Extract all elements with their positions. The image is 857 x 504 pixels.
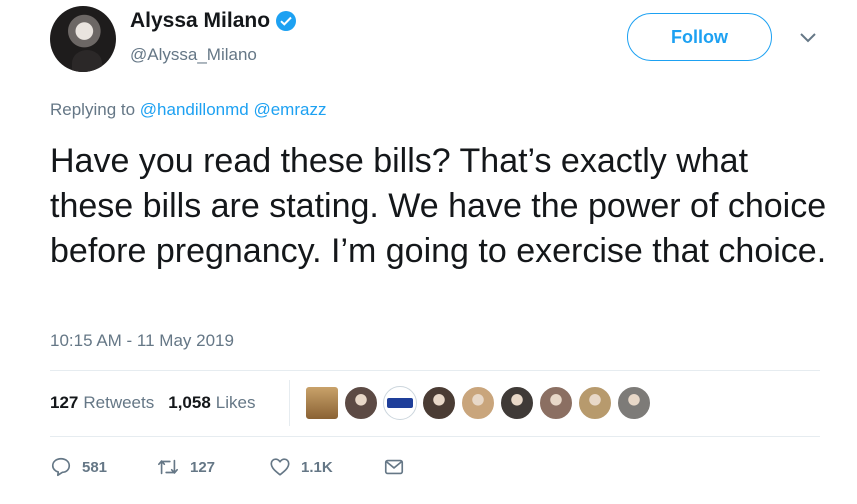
- liker-avatar[interactable]: [422, 386, 456, 420]
- liker-avatar[interactable]: [539, 386, 573, 420]
- name-row: Alyssa Milano: [130, 9, 297, 33]
- divider: [50, 436, 820, 437]
- likes-stat[interactable]: 1,058 Likes: [168, 393, 255, 413]
- retweets-stat[interactable]: 127 Retweets: [50, 393, 154, 413]
- retweet-count: 127: [190, 458, 216, 476]
- liker-avatar-sign[interactable]: [383, 386, 417, 420]
- reply-icon: [51, 457, 71, 477]
- liker-avatar[interactable]: [617, 386, 651, 420]
- heart-icon: [270, 458, 290, 476]
- direct-message-button[interactable]: [383, 456, 405, 478]
- follow-button[interactable]: Follow: [627, 13, 772, 61]
- liker-avatar[interactable]: [500, 386, 534, 420]
- liker-avatar-tv[interactable]: [305, 386, 339, 420]
- reply-button[interactable]: 581: [50, 456, 156, 478]
- retweet-button[interactable]: 127: [156, 456, 269, 478]
- display-name[interactable]: Alyssa Milano: [130, 9, 270, 33]
- stats-separator: [289, 380, 290, 426]
- liker-avatar[interactable]: [344, 386, 378, 420]
- mention-link[interactable]: @handillonmd: [140, 100, 249, 119]
- divider: [50, 370, 820, 371]
- retweet-icon: [158, 459, 178, 475]
- liker-avatars: [305, 386, 656, 420]
- mention-link[interactable]: @emrazz: [253, 100, 326, 119]
- tweet-text: Have you read these bills? That’s exactl…: [50, 142, 827, 270]
- tweet-stats: 127 Retweets 1,058 Likes: [50, 393, 255, 413]
- tweet-actions: 581 127 1.1K: [50, 456, 405, 478]
- retweets-count: 127: [50, 393, 79, 412]
- chevron-down-icon[interactable]: [798, 31, 818, 45]
- likes-label: Likes: [215, 393, 256, 412]
- reply-count: 581: [82, 458, 108, 476]
- liker-avatar[interactable]: [461, 386, 495, 420]
- like-button[interactable]: 1.1K: [269, 456, 383, 478]
- replying-prefix: Replying to: [50, 100, 136, 119]
- likes-count: 1,058: [168, 393, 211, 412]
- like-count: 1.1K: [301, 458, 333, 476]
- verified-badge-icon: [276, 11, 297, 31]
- replying-to: Replying to @handillonmd @emrazz: [50, 100, 326, 120]
- user-handle[interactable]: @Alyssa_Milano: [130, 45, 257, 65]
- profile-avatar[interactable]: [50, 6, 116, 72]
- envelope-icon: [384, 459, 404, 475]
- tweet-timestamp[interactable]: 10:15 AM - 11 May 2019: [50, 331, 234, 351]
- retweets-label: Retweets: [83, 393, 155, 412]
- liker-avatar[interactable]: [578, 386, 612, 420]
